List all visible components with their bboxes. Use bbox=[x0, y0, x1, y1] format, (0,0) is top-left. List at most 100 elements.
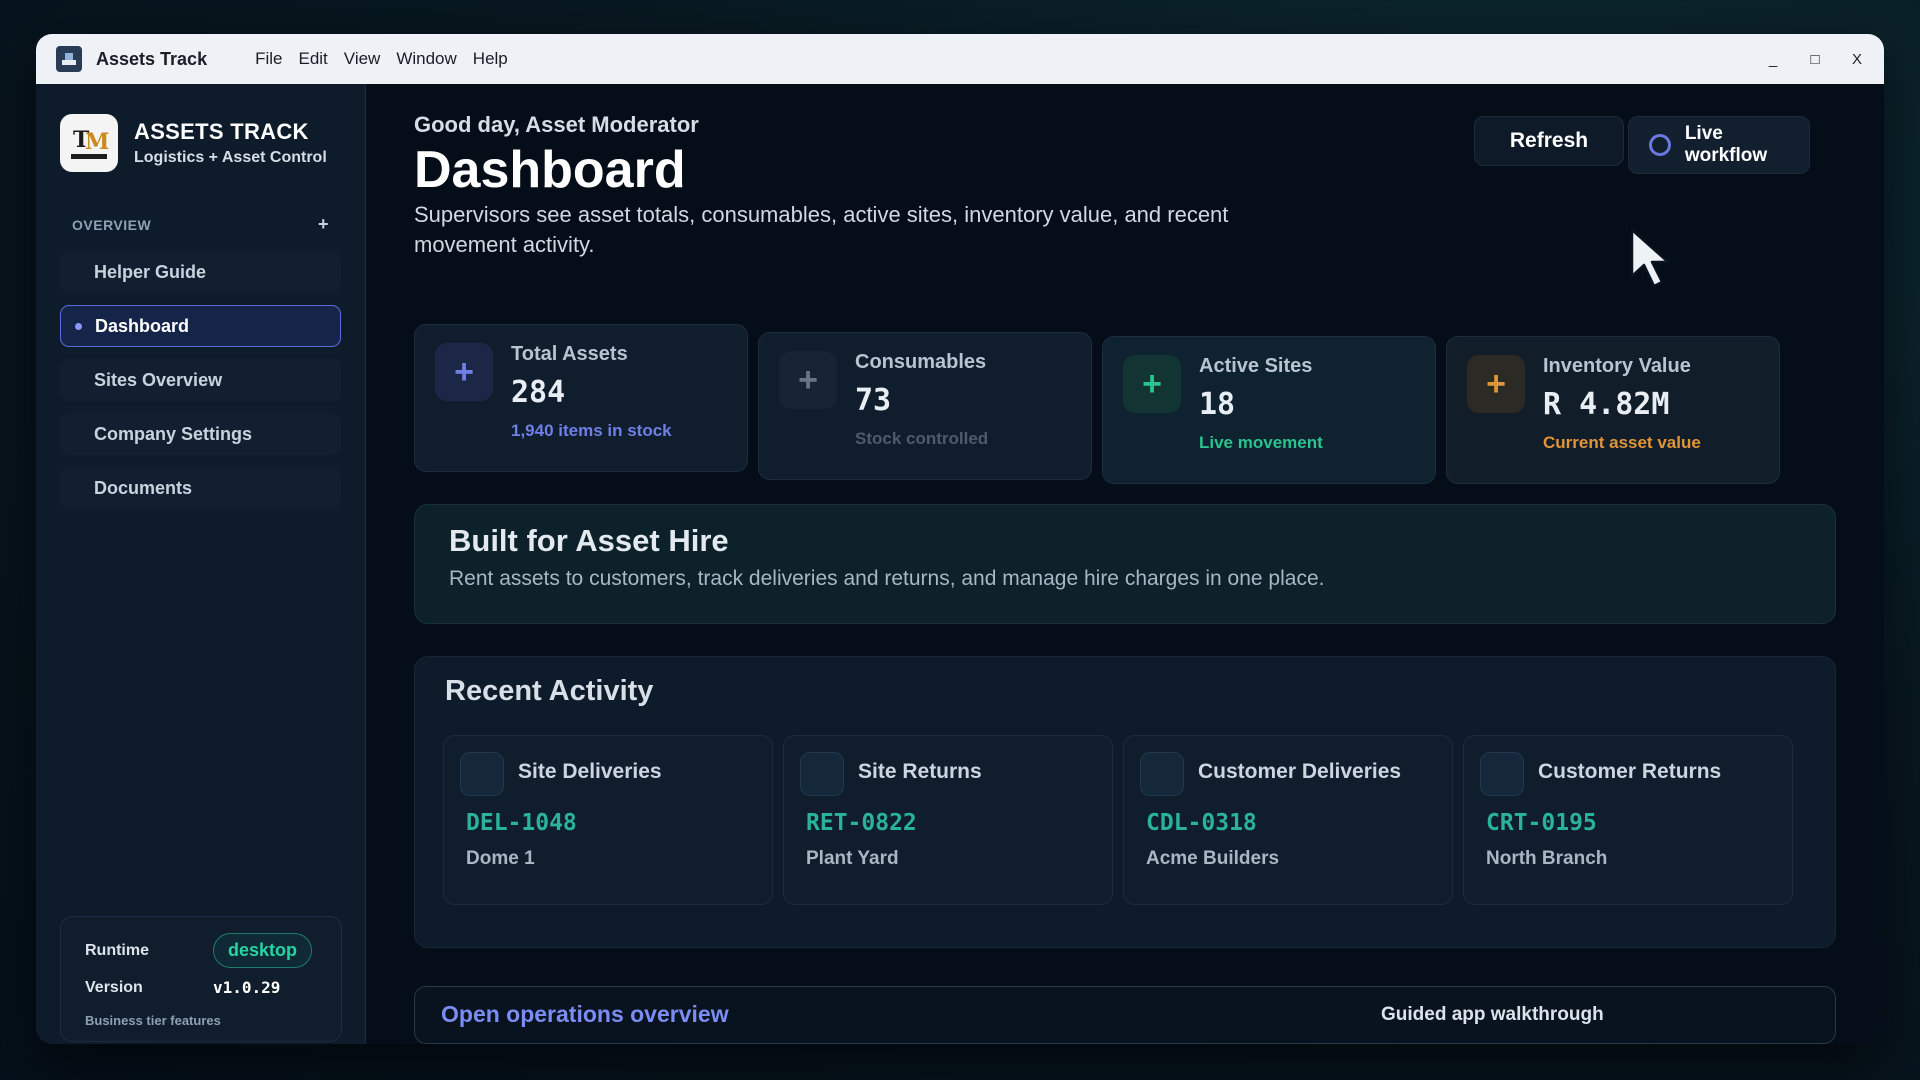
activity-code: CRT-0195 bbox=[1486, 810, 1597, 836]
activity-code: CDL-0318 bbox=[1146, 810, 1257, 836]
sidebar-item-label: Dashboard bbox=[95, 315, 190, 336]
sidebar-item-label: Company Settings bbox=[94, 423, 253, 444]
menu-file[interactable]: File bbox=[255, 49, 282, 69]
stat-value: R 4.82M bbox=[1543, 387, 1670, 422]
activity-icon bbox=[460, 752, 504, 796]
version-label: Version bbox=[85, 978, 143, 996]
live-workflow-toggle[interactable]: Live workflow bbox=[1628, 116, 1810, 174]
svg-text:M: M bbox=[85, 129, 109, 155]
activity-card-title: Customer Deliveries bbox=[1198, 760, 1402, 783]
active-dot-icon bbox=[75, 322, 82, 330]
stat-card-active-sites: + Active Sites 18 Live movement bbox=[1102, 336, 1436, 484]
stat-card-inventory-value: + Inventory Value R 4.82M Current asset … bbox=[1446, 336, 1780, 484]
guided-walkthrough-link[interactable]: Guided app walkthrough bbox=[1381, 1004, 1604, 1026]
asset-hire-banner: Built for Asset Hire Rent assets to cust… bbox=[414, 504, 1836, 624]
page-title: Dashboard bbox=[414, 141, 686, 199]
stat-subtext: 1,940 items in stock bbox=[511, 421, 672, 440]
stat-value: 73 bbox=[855, 383, 892, 418]
stat-card-consumables: + Consumables 73 Stock controlled bbox=[758, 332, 1092, 480]
add-icon[interactable]: + bbox=[318, 214, 329, 235]
activity-card-customer-deliveries[interactable]: Customer Deliveries CDL-0318 Acme Builde… bbox=[1123, 735, 1453, 905]
brand-subtitle: Logistics + Asset Control bbox=[134, 149, 327, 166]
sidebar: T M ASSETS TRACK Logistics + Asset Contr… bbox=[36, 84, 366, 1044]
activity-card-site-returns[interactable]: Site Returns RET-0822 Plant Yard bbox=[783, 735, 1113, 905]
brand: T M ASSETS TRACK Logistics + Asset Contr… bbox=[36, 84, 365, 172]
plus-icon: + bbox=[779, 351, 837, 409]
recent-activity-title: Recent Activity bbox=[445, 675, 654, 707]
banner-text: Rent assets to customers, track deliveri… bbox=[449, 567, 1325, 590]
stat-label: Inventory Value bbox=[1543, 355, 1691, 377]
app-window: Assets Track File Edit View Window Help … bbox=[36, 34, 1884, 1044]
sidebar-item-label: Helper Guide bbox=[94, 261, 207, 282]
live-workflow-label: Live workflow bbox=[1684, 123, 1768, 166]
menu-edit[interactable]: Edit bbox=[298, 49, 327, 69]
brand-name: ASSETS TRACK bbox=[134, 119, 309, 144]
runtime-badge: desktop bbox=[213, 933, 313, 968]
stat-label: Total Assets bbox=[511, 343, 628, 365]
menu-help[interactable]: Help bbox=[473, 49, 508, 69]
overview-section-header: OVERVIEW + bbox=[36, 214, 365, 235]
stat-subtext: Live movement bbox=[1199, 433, 1323, 452]
sidebar-item-helper-guide[interactable]: Helper Guide bbox=[60, 251, 341, 293]
activity-place: North Branch bbox=[1486, 848, 1608, 869]
activity-card-site-deliveries[interactable]: Site Deliveries DEL-1048 Dome 1 bbox=[443, 735, 773, 905]
activity-card-customer-returns[interactable]: Customer Returns CRT-0195 North Branch bbox=[1463, 735, 1793, 905]
activity-icon bbox=[1140, 752, 1184, 796]
sidebar-nav: Helper Guide Dashboard Sites Overview Co… bbox=[36, 251, 365, 509]
sidebar-item-company-settings[interactable]: Company Settings bbox=[60, 413, 341, 455]
activity-icon bbox=[1480, 752, 1524, 796]
plus-icon: + bbox=[1467, 355, 1525, 413]
menu-bar: File Edit View Window Help bbox=[255, 49, 508, 69]
activity-place: Acme Builders bbox=[1146, 848, 1280, 869]
operations-bar: Open operations overview Guided app walk… bbox=[414, 986, 1836, 1044]
stat-value: 18 bbox=[1199, 387, 1236, 422]
maximize-button[interactable]: □ bbox=[1808, 51, 1822, 68]
menu-window[interactable]: Window bbox=[396, 49, 456, 69]
main-content: Good day, Asset Moderator Dashboard Supe… bbox=[366, 84, 1884, 1044]
refresh-button[interactable]: Refresh bbox=[1474, 116, 1624, 166]
activity-code: RET-0822 bbox=[806, 810, 917, 836]
sidebar-item-label: Documents bbox=[94, 477, 193, 498]
activity-card-title: Customer Returns bbox=[1538, 760, 1722, 783]
plus-icon: + bbox=[435, 343, 493, 401]
runtime-row: Runtime desktop bbox=[85, 933, 317, 968]
version-row: Version v1.0.29 bbox=[85, 978, 317, 997]
app-icon bbox=[56, 46, 82, 72]
sidebar-item-sites-overview[interactable]: Sites Overview bbox=[60, 359, 341, 401]
brand-text: ASSETS TRACK Logistics + Asset Control bbox=[134, 119, 327, 167]
version-value: v1.0.29 bbox=[213, 978, 281, 997]
activity-place: Dome 1 bbox=[466, 848, 535, 869]
sidebar-item-dashboard[interactable]: Dashboard bbox=[60, 305, 341, 347]
menu-view[interactable]: View bbox=[344, 49, 381, 69]
activity-icon bbox=[800, 752, 844, 796]
brand-logo: T M bbox=[60, 114, 118, 172]
stat-label: Active Sites bbox=[1199, 355, 1313, 377]
mouse-cursor-icon bbox=[1630, 228, 1670, 288]
page-description: Supervisors see asset totals, consumable… bbox=[414, 202, 1229, 257]
stat-value: 284 bbox=[511, 375, 566, 410]
recent-activity-panel: Recent Activity Site Deliveries DEL-1048… bbox=[414, 656, 1836, 948]
title-bar: Assets Track File Edit View Window Help … bbox=[36, 34, 1884, 84]
activity-card-title: Site Deliveries bbox=[518, 760, 662, 783]
app-title: Assets Track bbox=[96, 48, 208, 69]
plus-icon: + bbox=[1123, 355, 1181, 413]
runtime-info-box: Runtime desktop Version v1.0.29 Business… bbox=[60, 916, 342, 1042]
stat-subtext: Stock controlled bbox=[855, 429, 989, 448]
tier-note: Business tier features bbox=[85, 1013, 221, 1028]
stat-card-total-assets: + Total Assets 284 1,940 items in stock bbox=[414, 324, 748, 472]
activity-place: Plant Yard bbox=[806, 848, 899, 869]
runtime-label: Runtime bbox=[85, 941, 149, 959]
activity-code: DEL-1048 bbox=[466, 810, 577, 836]
banner-title: Built for Asset Hire bbox=[449, 523, 729, 558]
stat-label: Consumables bbox=[855, 351, 987, 373]
stat-subtext: Current asset value bbox=[1543, 433, 1701, 452]
minimize-button[interactable]: _ bbox=[1766, 51, 1780, 68]
close-button[interactable]: X bbox=[1850, 51, 1864, 68]
sidebar-item-label: Sites Overview bbox=[94, 369, 223, 390]
open-operations-link[interactable]: Open operations overview bbox=[441, 1001, 729, 1028]
greeting: Good day, Asset Moderator bbox=[414, 112, 699, 137]
window-controls: _ □ X bbox=[1766, 51, 1864, 68]
sidebar-item-documents[interactable]: Documents bbox=[60, 467, 341, 509]
radio-ring-icon bbox=[1649, 134, 1671, 156]
activity-card-title: Site Returns bbox=[858, 760, 982, 783]
